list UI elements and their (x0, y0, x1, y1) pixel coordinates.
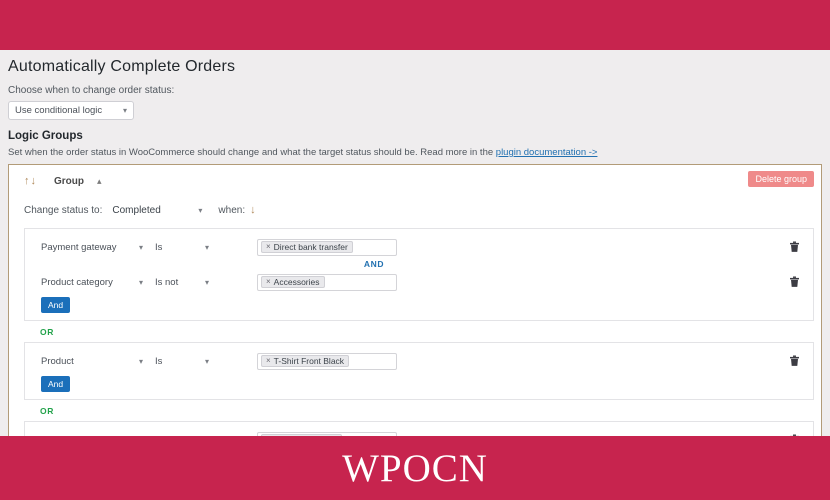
chip-label: T-Shirt Front Black (273, 356, 345, 366)
change-status-label: Change status to: (24, 204, 103, 216)
chevron-down-icon[interactable]: ▾ (198, 206, 202, 215)
condition-operator-select[interactable]: Is not ▾ (155, 277, 211, 288)
condition-operator-value: Is (155, 355, 163, 367)
brand-band-top (0, 0, 830, 50)
page-title: Automatically Complete Orders (8, 58, 236, 75)
condition-field-select[interactable]: Product ▾ (41, 356, 145, 367)
condition-value-input[interactable]: × Accessories (257, 273, 397, 291)
chip-remove-icon[interactable]: × (266, 355, 271, 367)
condition-row: Payment gateway ▾ Is ▾ × Direct bank tra… (33, 235, 805, 259)
add-and-condition-button[interactable]: And (41, 376, 71, 392)
condition-value-chip: × Direct bank transfer (261, 241, 353, 253)
condition-value-input[interactable]: × Direct bank transfer (257, 238, 397, 256)
change-status-row: Change status to: Completed ▾ when: ↓ (24, 199, 814, 221)
chevron-up-icon[interactable]: ▴ (97, 176, 102, 187)
chevron-down-icon: ▾ (204, 277, 209, 287)
group-label: Group (54, 175, 84, 187)
chevron-down-icon: ▾ (138, 277, 143, 287)
chip-remove-icon[interactable]: × (266, 276, 271, 288)
chevron-down-icon: ▾ (138, 356, 143, 366)
add-and-condition-button[interactable]: And (41, 297, 71, 313)
trash-icon[interactable] (790, 241, 799, 253)
when-label: when: (218, 204, 246, 216)
chip-label: Accessories (273, 277, 320, 287)
section-title-logic-groups: Logic Groups (8, 130, 83, 142)
condition-joiner-and: AND (363, 259, 385, 269)
condition-value-chip: × T-Shirt Front Black (261, 355, 350, 367)
trash-icon[interactable] (790, 355, 799, 367)
condition-field-value: Payment gateway (41, 241, 117, 253)
status-select-label: Choose when to change order status: (8, 85, 175, 96)
section-description-text: Set when the order status in WooCommerce… (8, 147, 496, 158)
condition-subgroup: Product ▾ Is ▾ × T-Shirt Front Black And (24, 342, 814, 400)
chip-label: Direct bank transfer (273, 242, 348, 252)
section-description: Set when the order status in WooCommerce… (8, 147, 822, 158)
subgroup-joiner-or: OR (40, 406, 54, 416)
change-status-value[interactable]: Completed (112, 205, 198, 216)
order-status-mode-select[interactable]: Use conditional logic ▾ (8, 101, 134, 120)
condition-field-value: Product (41, 355, 74, 367)
condition-field-select[interactable]: Payment gateway ▾ (41, 242, 145, 253)
chevron-down-icon: ▾ (204, 356, 209, 366)
brand-band-bottom: WPOCN (0, 436, 830, 500)
order-status-mode-value: Use conditional logic (15, 105, 103, 116)
condition-operator-select[interactable]: Is ▾ (155, 242, 211, 253)
plugin-documentation-link[interactable]: plugin documentation -> (496, 147, 598, 158)
condition-operator-value: Is not (155, 276, 179, 288)
chevron-down-icon: ▾ (204, 242, 209, 252)
condition-row: Product ▾ Is ▾ × T-Shirt Front Black (33, 349, 805, 373)
group-reorder-arrows[interactable]: ↑↓ (24, 175, 37, 187)
subgroup-joiner-or: OR (40, 327, 54, 337)
wpocn-wordmark: WPOCN (342, 446, 488, 490)
condition-subgroup: Payment gateway ▾ Is ▾ × Direct bank tra… (24, 228, 814, 321)
condition-operator-value: Is (155, 241, 163, 253)
logic-group-header: ↑↓ Group ▴ Delete group (16, 171, 814, 191)
screenshot-root: Automatically Complete Orders Choose whe… (0, 0, 830, 500)
delete-group-button[interactable]: Delete group (748, 171, 814, 187)
condition-row: Product category ▾ Is not ▾ × Accessorie… (33, 270, 805, 294)
plugin-settings-page: Automatically Complete Orders Choose whe… (0, 50, 830, 500)
condition-value-chip: × Accessories (261, 276, 325, 288)
chevron-down-icon: ▾ (122, 106, 127, 115)
chip-remove-icon[interactable]: × (266, 241, 271, 253)
arrow-down-icon: ↓ (250, 204, 256, 216)
condition-field-value: Product category (41, 276, 113, 288)
condition-operator-select[interactable]: Is ▾ (155, 356, 211, 367)
chevron-down-icon: ▾ (138, 242, 143, 252)
condition-field-select[interactable]: Product category ▾ (41, 277, 145, 288)
trash-icon[interactable] (790, 276, 799, 288)
condition-value-input[interactable]: × T-Shirt Front Black (257, 352, 397, 370)
